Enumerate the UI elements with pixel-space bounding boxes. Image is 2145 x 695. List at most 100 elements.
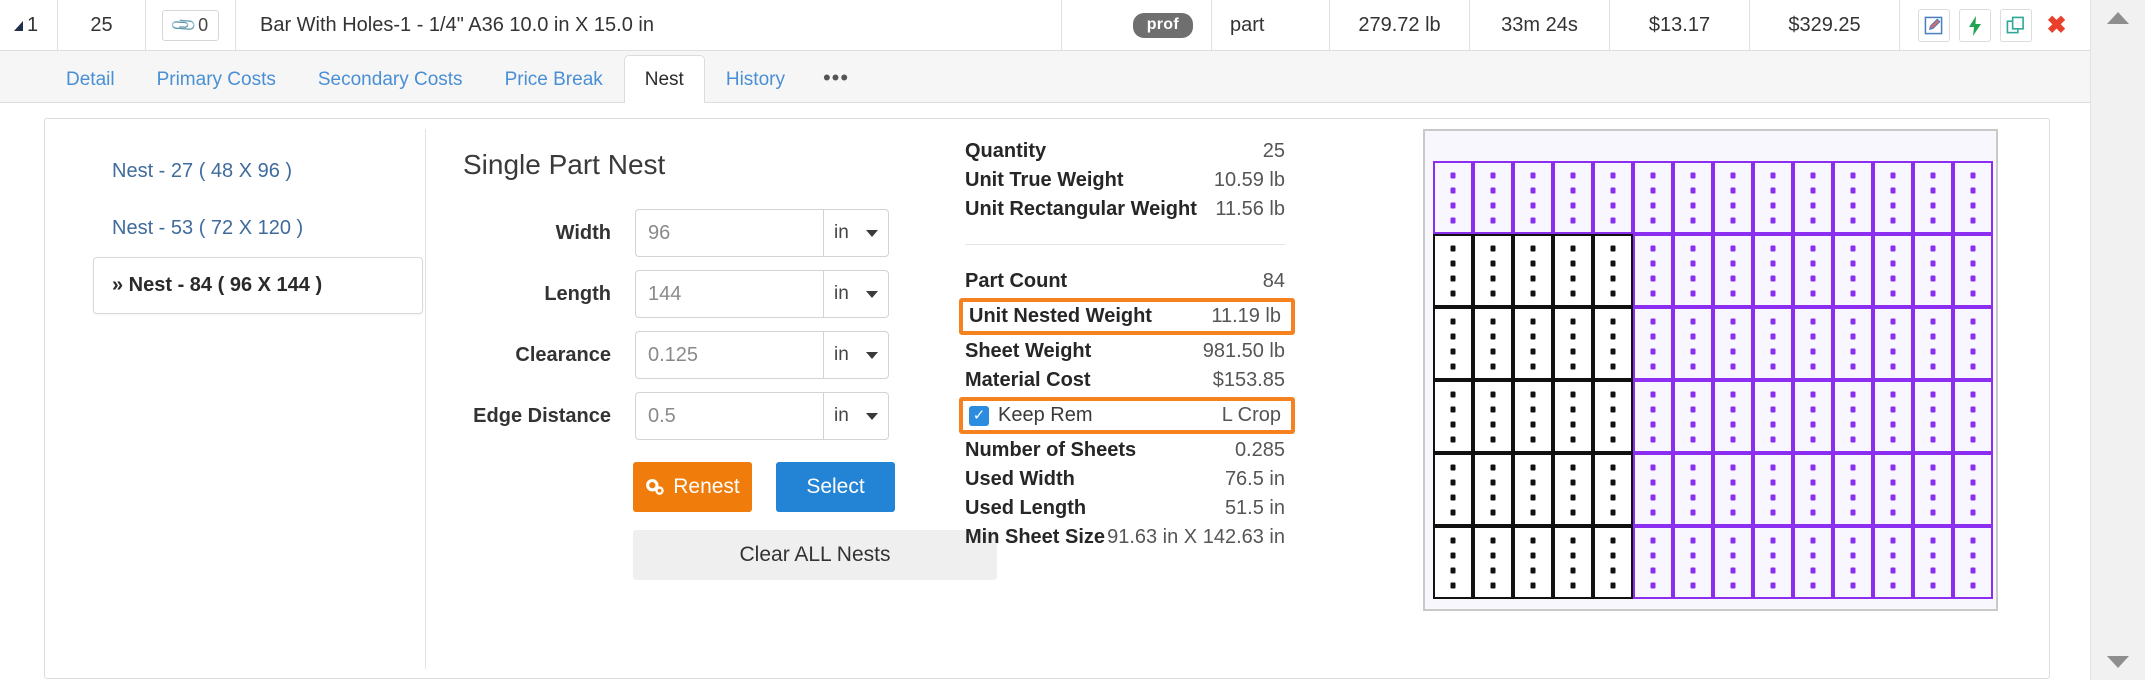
- part-hole: [1930, 187, 1936, 193]
- duplicate-icon[interactable]: [1999, 9, 2032, 42]
- part-hole: [1770, 391, 1776, 397]
- caret-triangle-icon[interactable]: [14, 20, 23, 31]
- part-hole: [1530, 537, 1536, 543]
- part-hole: [1490, 509, 1496, 515]
- part-hole: [1730, 202, 1736, 208]
- part-hole: [1450, 187, 1456, 193]
- scroll-up-arrow-icon[interactable]: [2107, 12, 2129, 24]
- part-hole: [1770, 406, 1776, 412]
- clear-all-nests-button[interactable]: Clear ALL Nests: [633, 530, 997, 580]
- nested-part: [1433, 161, 1473, 234]
- vertical-scrollbar[interactable]: [2090, 0, 2145, 680]
- part-hole: [1650, 333, 1656, 339]
- part-holes: [1450, 464, 1456, 515]
- part-hole: [1850, 318, 1856, 324]
- part-hole: [1810, 348, 1816, 354]
- part-hole: [1730, 290, 1736, 296]
- tab-nest[interactable]: Nest: [623, 55, 705, 103]
- part-hole: [1450, 333, 1456, 339]
- part-hole: [1490, 479, 1496, 485]
- part-hole: [1970, 217, 1976, 223]
- part-hole: [1730, 494, 1736, 500]
- stat-part-count: Part Count 84: [965, 267, 1285, 296]
- expand-collapse-cell[interactable]: 1: [0, 0, 58, 51]
- part-hole: [1770, 245, 1776, 251]
- nested-part: [1713, 234, 1753, 307]
- quantity-cell: 25: [58, 0, 146, 51]
- clearance-input[interactable]: [635, 331, 823, 379]
- scroll-down-arrow-icon[interactable]: [2107, 656, 2129, 668]
- tab-detail[interactable]: Detail: [45, 57, 136, 102]
- tab-history[interactable]: History: [705, 57, 806, 102]
- renest-button[interactable]: Renest: [633, 462, 752, 512]
- keep-rem-checkbox[interactable]: ✓: [969, 405, 989, 426]
- part-holes: [1610, 464, 1616, 515]
- part-hole: [1850, 567, 1856, 573]
- nested-part: [1753, 380, 1793, 453]
- attachment-cell[interactable]: 📎 0: [146, 0, 236, 51]
- total-cost-value: $329.25: [1788, 14, 1861, 36]
- part-hole: [1650, 290, 1656, 296]
- part-hole: [1890, 552, 1896, 558]
- part-hole: [1650, 391, 1656, 397]
- tab-primary-costs[interactable]: Primary Costs: [136, 57, 297, 102]
- length-unit-select[interactable]: in: [823, 270, 889, 318]
- nest-list-item-27[interactable]: Nest - 27 ( 48 X 96 ): [93, 143, 423, 200]
- part-holes: [1850, 391, 1856, 442]
- width-unit-select[interactable]: in: [823, 209, 889, 257]
- form-button-row: Renest Select: [633, 462, 895, 512]
- length-input[interactable]: [635, 270, 823, 318]
- part-hole: [1690, 318, 1696, 324]
- part-hole: [1930, 537, 1936, 543]
- part-hole: [1690, 275, 1696, 281]
- part-hole: [1890, 391, 1896, 397]
- part-holes: [1730, 464, 1736, 515]
- part-hole: [1690, 552, 1696, 558]
- part-holes: [1810, 391, 1816, 442]
- part-hole: [1490, 348, 1496, 354]
- nested-part: [1953, 161, 1993, 234]
- part-hole: [1770, 537, 1776, 543]
- lightning-bolt-icon[interactable]: [1958, 9, 1991, 42]
- tab-overflow-menu[interactable]: •••: [806, 54, 866, 102]
- nested-part: [1593, 161, 1633, 234]
- delete-icon[interactable]: ✖: [2040, 9, 2073, 42]
- attachment-button[interactable]: 📎 0: [161, 10, 220, 41]
- part-holes: [1770, 391, 1776, 442]
- nested-part: [1793, 234, 1833, 307]
- chevron-down-icon: [866, 412, 878, 420]
- width-input[interactable]: [635, 209, 823, 257]
- edit-icon[interactable]: [1917, 9, 1950, 42]
- part-hole: [1970, 552, 1976, 558]
- part-hole: [1570, 202, 1576, 208]
- nested-part: [1793, 161, 1833, 234]
- edge-distance-unit-select[interactable]: in: [823, 392, 889, 440]
- part-hole: [1490, 260, 1496, 266]
- part-hole: [1450, 275, 1456, 281]
- paperclip-icon: 📎: [169, 11, 198, 40]
- part-hole: [1770, 552, 1776, 558]
- row-sequence: 1: [27, 14, 39, 36]
- edge-distance-input[interactable]: [635, 392, 823, 440]
- part-hole: [1770, 509, 1776, 515]
- tab-price-break[interactable]: Price Break: [484, 57, 624, 102]
- nested-part: [1953, 307, 1993, 380]
- part-hole: [1490, 187, 1496, 193]
- nested-part: [1713, 161, 1753, 234]
- stat-number-of-sheets: Number of Sheets 0.285: [965, 436, 1285, 465]
- nest-preview[interactable]: [1423, 129, 2003, 619]
- part-hole: [1530, 245, 1536, 251]
- part-hole: [1970, 363, 1976, 369]
- nested-part: [1713, 453, 1753, 526]
- keep-rem-row: ✓ Keep Rem L Crop: [969, 404, 1281, 427]
- nest-list-item-53[interactable]: Nest - 53 ( 72 X 120 ): [93, 200, 423, 257]
- stat-label: Quantity: [965, 140, 1047, 162]
- nest-list-item-84[interactable]: » Nest - 84 ( 96 X 144 ): [93, 257, 423, 314]
- tab-secondary-costs[interactable]: Secondary Costs: [297, 57, 484, 102]
- part-holes: [1490, 245, 1496, 296]
- clearance-unit-select[interactable]: in: [823, 331, 889, 379]
- part-holes: [1570, 464, 1576, 515]
- select-button[interactable]: Select: [776, 462, 895, 512]
- nest-sheet: [1423, 129, 1998, 611]
- width-label: Width: [555, 221, 611, 244]
